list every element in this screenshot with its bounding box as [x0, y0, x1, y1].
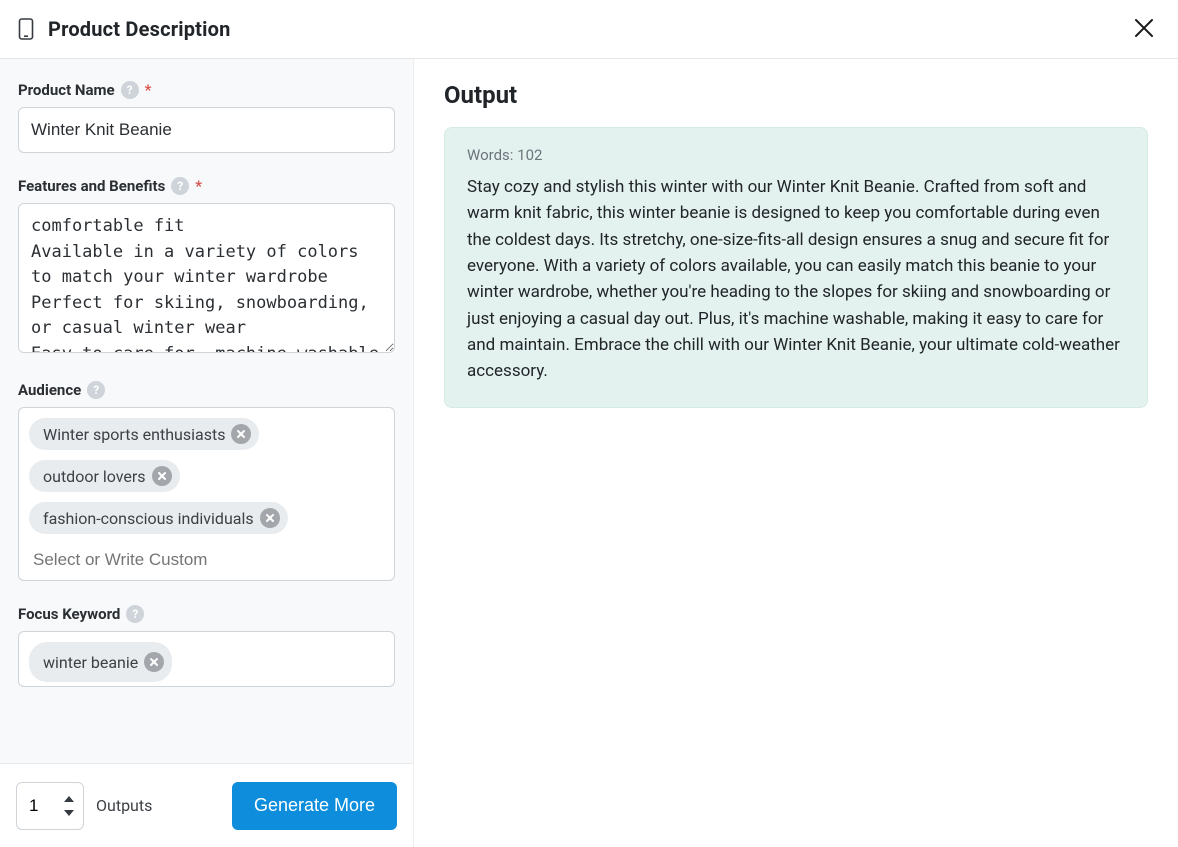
help-icon[interactable]: ?	[171, 177, 189, 195]
word-count: Words: 102	[467, 146, 1125, 164]
output-text: Stay cozy and stylish this winter with o…	[467, 174, 1125, 385]
outputs-step-up[interactable]	[61, 792, 77, 806]
help-icon[interactable]: ?	[126, 605, 144, 623]
output-card: Words: 102 Stay cozy and stylish this wi…	[444, 127, 1148, 408]
field-audience: Audience ? Winter sports enthusiasts outd…	[18, 381, 395, 581]
audience-text-input[interactable]	[29, 544, 384, 576]
field-focus-keyword: Focus Keyword ? winter beanie	[18, 605, 395, 687]
tag-label: winter beanie	[43, 653, 138, 672]
keyword-tag: winter beanie	[29, 642, 172, 682]
help-icon[interactable]: ?	[87, 381, 105, 399]
outputs-count-input[interactable]	[29, 796, 53, 816]
audience-tag: Winter sports enthusiasts	[29, 418, 259, 450]
field-product-name: Product Name ? *	[18, 81, 395, 153]
help-icon[interactable]: ?	[121, 81, 139, 99]
app-header: Product Description	[0, 0, 1178, 59]
close-button[interactable]	[1126, 10, 1162, 46]
form-panel: Product Name ? * Features and Benefits ?…	[0, 59, 414, 847]
required-mark: *	[195, 177, 202, 195]
tag-label: outdoor lovers	[43, 467, 146, 486]
focus-keyword-tag-input[interactable]: winter beanie	[18, 631, 395, 687]
product-name-label: Product Name	[18, 81, 115, 99]
tag-label: Winter sports enthusiasts	[43, 425, 225, 444]
form-footer: Outputs Generate More	[0, 763, 413, 847]
output-panel: Output Words: 102 Stay cozy and stylish …	[414, 59, 1178, 847]
audience-tag-input[interactable]: Winter sports enthusiasts outdoor lovers f…	[18, 407, 395, 581]
outputs-step-down[interactable]	[61, 806, 77, 820]
audience-tag: fashion-conscious individuals	[29, 502, 288, 534]
outputs-label: Outputs	[96, 796, 152, 815]
remove-tag-icon[interactable]	[144, 652, 164, 672]
features-textarea[interactable]	[18, 203, 395, 353]
outputs-count-stepper[interactable]	[16, 782, 84, 830]
focus-keyword-label: Focus Keyword	[18, 605, 120, 623]
output-heading: Output	[444, 81, 1148, 109]
remove-tag-icon[interactable]	[231, 424, 251, 444]
tag-label: fashion-conscious individuals	[43, 509, 254, 528]
audience-tag: outdoor lovers	[29, 460, 180, 492]
field-features: Features and Benefits ? *	[18, 177, 395, 357]
remove-tag-icon[interactable]	[260, 508, 280, 528]
generate-more-button[interactable]: Generate More	[232, 782, 397, 830]
required-mark: *	[145, 81, 152, 99]
features-label: Features and Benefits	[18, 177, 165, 195]
remove-tag-icon[interactable]	[152, 466, 172, 486]
audience-label: Audience	[18, 381, 81, 399]
page-title: Product Description	[48, 17, 231, 41]
device-phone-icon	[18, 18, 34, 40]
product-name-input[interactable]	[18, 107, 395, 153]
